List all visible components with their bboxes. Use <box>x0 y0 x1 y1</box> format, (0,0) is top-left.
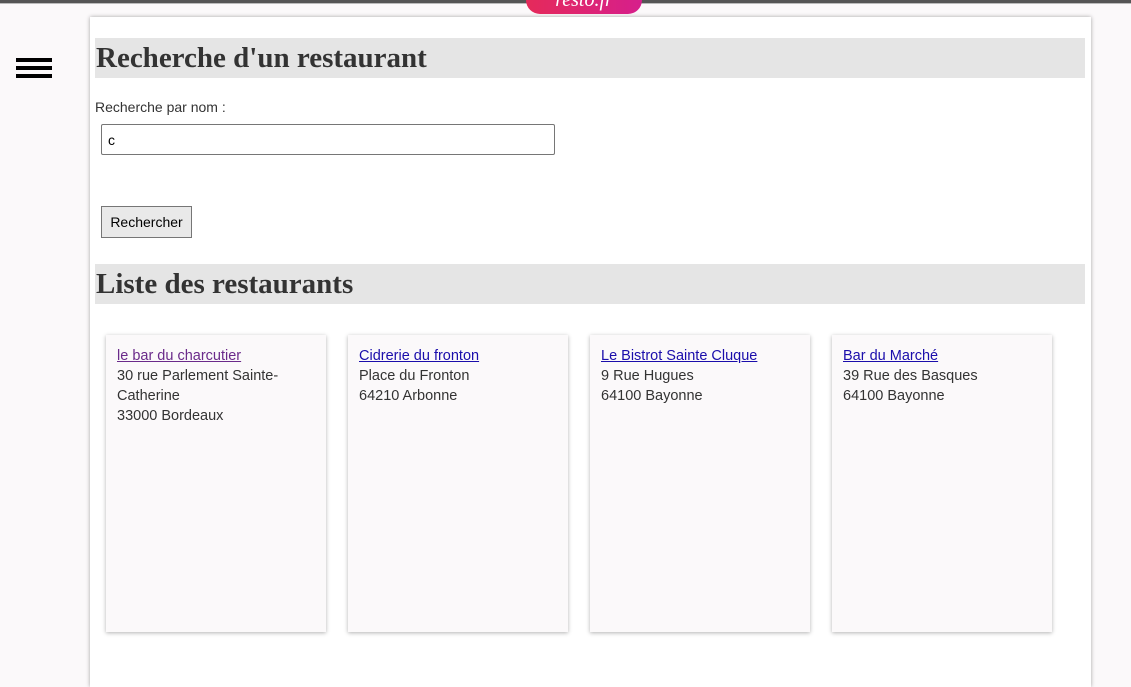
main-content: Recherche d'un restaurant Recherche par … <box>90 17 1091 687</box>
restaurant-card: Bar du Marché 39 Rue des Basques 64100 B… <box>832 335 1052 632</box>
restaurant-address: 39 Rue des Basques <box>843 368 978 384</box>
menu-line <box>16 74 52 78</box>
restaurant-link[interactable]: Cidrerie du fronton <box>359 348 479 364</box>
menu-line <box>16 66 52 70</box>
search-label: Recherche par nom : <box>95 99 226 115</box>
restaurant-link[interactable]: le bar du charcutier <box>117 348 241 364</box>
restaurant-address: 30 rue Parlement Sainte-Catherine <box>117 368 279 404</box>
restaurant-link[interactable]: Le Bistrot Sainte Cluque <box>601 348 757 364</box>
restaurant-city: 64210 Arbonne <box>359 388 458 404</box>
restaurant-card: le bar du charcutier 30 rue Parlement Sa… <box>106 335 326 632</box>
list-section-title: Liste des restaurants <box>95 264 1085 304</box>
search-section-title: Recherche d'un restaurant <box>95 38 1085 78</box>
hamburger-menu-icon[interactable] <box>16 58 52 80</box>
restaurant-link[interactable]: Bar du Marché <box>843 348 938 364</box>
restaurant-city: 33000 Bordeaux <box>117 408 224 424</box>
restaurant-address: Place du Fronton <box>359 368 470 384</box>
restaurant-address: 9 Rue Hugues <box>601 368 694 384</box>
site-logo[interactable]: resto.fr <box>526 0 642 14</box>
search-button[interactable]: Rechercher <box>101 206 192 238</box>
restaurant-city: 64100 Bayonne <box>601 388 703 404</box>
restaurant-city: 64100 Bayonne <box>843 388 945 404</box>
restaurant-card: Le Bistrot Sainte Cluque 9 Rue Hugues 64… <box>590 335 810 632</box>
restaurant-card: Cidrerie du fronton Place du Fronton 642… <box>348 335 568 632</box>
menu-line <box>16 58 52 62</box>
search-input[interactable] <box>101 124 555 155</box>
